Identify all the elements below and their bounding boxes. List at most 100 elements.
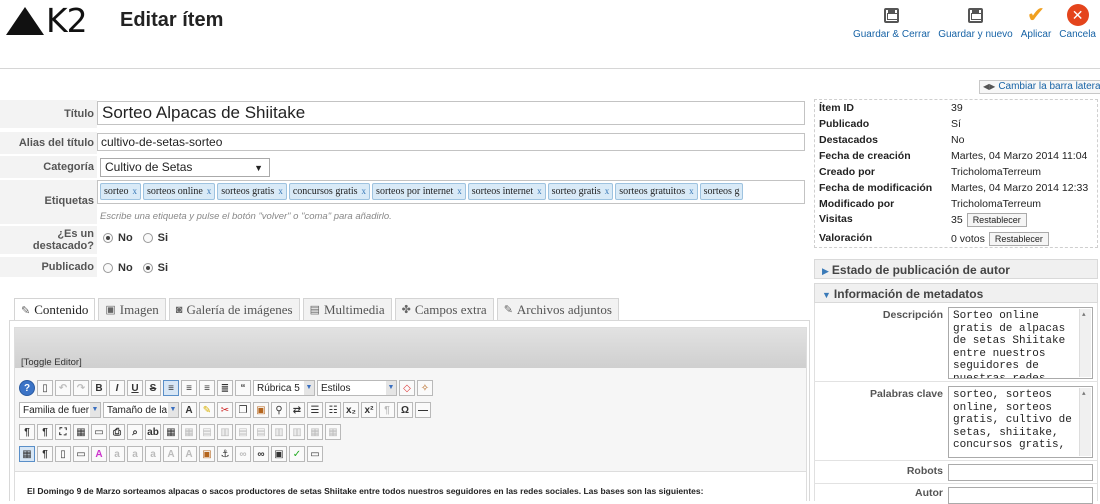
ltr-icon[interactable]: ¶ xyxy=(19,424,35,440)
font-size-select[interactable]: Tamaño de la f ▼ xyxy=(103,402,179,418)
spellcheck-icon[interactable]: ¶ xyxy=(379,402,395,418)
bullet-list-icon[interactable]: ☰ xyxy=(307,402,323,418)
tab-attachments[interactable]: ✎ Archivos adjuntos xyxy=(496,298,619,320)
align-left-icon[interactable]: ≡ xyxy=(163,380,179,396)
unlink-icon[interactable]: ∞ xyxy=(235,446,251,462)
tab-multimedia[interactable]: ▤ Multimedia xyxy=(302,298,392,320)
split-cell-icon[interactable]: ▦ xyxy=(307,424,323,440)
remove-tag-icon[interactable]: x xyxy=(207,186,212,196)
reset-visits-button[interactable]: Restablecer xyxy=(966,213,1027,227)
strikethrough-icon[interactable]: S xyxy=(145,380,161,396)
subscript-icon[interactable]: x₂ xyxy=(343,402,359,418)
font-family-select[interactable]: Familia de fuer ▼ xyxy=(19,402,101,418)
merge-cell-icon[interactable]: ▦ xyxy=(325,424,341,440)
description-textarea[interactable]: Sorteo online gratis de alpacas de setas… xyxy=(948,307,1093,379)
acronym-icon[interactable]: a xyxy=(127,446,143,462)
remove-tag-icon[interactable]: x xyxy=(605,186,610,196)
table-props-icon[interactable]: ▦ xyxy=(181,424,197,440)
align-justify-icon[interactable]: ≣ xyxy=(217,380,233,396)
cancel-button[interactable]: ✕ Cancela xyxy=(1055,4,1100,42)
tab-gallery[interactable]: ◙ Galería de imágenes xyxy=(168,298,300,320)
save-close-button[interactable]: Guardar & Cerrar xyxy=(849,4,934,42)
pagebreak-icon[interactable]: ▭ xyxy=(307,446,323,462)
scrollbar[interactable] xyxy=(1079,388,1091,456)
scrollbar[interactable] xyxy=(1079,309,1091,377)
format-select[interactable]: Rúbrica 5 ▼ xyxy=(253,380,315,396)
published-no-radio[interactable] xyxy=(103,263,113,273)
attribs-icon[interactable]: A xyxy=(181,446,197,462)
delete-row-icon[interactable]: ▤ xyxy=(253,424,269,440)
replace-text-icon[interactable]: ab xyxy=(145,424,161,440)
undo-icon[interactable]: ↶ xyxy=(55,380,71,396)
replace-icon[interactable]: ⇄ xyxy=(289,402,305,418)
save-new-button[interactable]: Guardar y nuevo xyxy=(934,4,1017,42)
search-icon[interactable]: ⚲ xyxy=(271,402,287,418)
remove-tag-icon[interactable]: x xyxy=(457,186,462,196)
delete-col-icon[interactable]: ▥ xyxy=(289,424,305,440)
cell-props-icon[interactable]: ▥ xyxy=(217,424,233,440)
paste-icon[interactable]: ▣ xyxy=(253,402,269,418)
apply-button[interactable]: ✔ Aplicar xyxy=(1017,4,1056,42)
rtl-icon[interactable]: ¶ xyxy=(37,424,53,440)
remove-tag-icon[interactable]: x xyxy=(362,186,367,196)
blockquote-icon[interactable]: “ xyxy=(235,380,251,396)
insert-row-icon[interactable]: ▤ xyxy=(235,424,251,440)
print-icon[interactable]: ⎙ xyxy=(109,424,125,440)
insert-file-icon[interactable]: ▯ xyxy=(55,446,71,462)
abbr-icon[interactable]: a xyxy=(109,446,125,462)
featured-no-radio[interactable] xyxy=(103,233,113,243)
category-select[interactable]: Cultivo de Setas ▼ xyxy=(100,158,270,177)
special-char-icon[interactable]: Ω xyxy=(397,402,413,418)
metadata-panel-header[interactable]: ▼ Información de metadatos xyxy=(814,283,1098,303)
spellcheck-abc-icon[interactable]: ✓ xyxy=(289,446,305,462)
link-icon[interactable]: ∞ xyxy=(253,446,269,462)
new-document-icon[interactable]: ▯ xyxy=(37,380,53,396)
italic-icon[interactable]: I xyxy=(109,380,125,396)
remove-tag-icon[interactable]: x xyxy=(132,186,137,196)
remove-tag-icon[interactable]: x xyxy=(689,186,694,196)
toggle-sidebar-button[interactable]: ◀▶ Cambiar la barra lateral xyxy=(979,80,1100,94)
ins-icon[interactable]: A xyxy=(163,446,179,462)
alias-input[interactable]: cultivo-de-setas-sorteo xyxy=(97,133,805,151)
visual-aid-icon[interactable]: ▦ xyxy=(19,446,35,462)
remove-tag-icon[interactable]: x xyxy=(537,186,542,196)
remove-tag-icon[interactable]: x xyxy=(278,186,283,196)
numbered-list-icon[interactable]: ☷ xyxy=(325,402,341,418)
cleanup-icon[interactable]: ✧ xyxy=(417,380,433,396)
published-yes-radio[interactable] xyxy=(142,263,153,273)
table-icon[interactable]: ▦ xyxy=(163,424,179,440)
tab-content[interactable]: ✎ Contenido xyxy=(14,298,96,321)
toggle-editor-link[interactable]: [Toggle Editor] xyxy=(21,357,82,368)
row-props-icon[interactable]: ▤ xyxy=(199,424,215,440)
image-insert-icon[interactable]: ▣ xyxy=(271,446,287,462)
insert-template-icon[interactable]: ▦ xyxy=(73,424,89,440)
insert-layer-icon[interactable]: ▭ xyxy=(73,446,89,462)
preview-icon[interactable]: ▭ xyxy=(91,424,107,440)
align-center-icon[interactable]: ≡ xyxy=(181,380,197,396)
editor-content-area[interactable]: El Domingo 9 de Marzo sorteamos alpacas … xyxy=(15,471,806,502)
author-publishing-panel-header[interactable]: ▶ Estado de publicación de autor xyxy=(814,259,1098,279)
author-input[interactable] xyxy=(948,487,1093,504)
align-right-icon[interactable]: ≡ xyxy=(199,380,215,396)
anchor-icon[interactable]: ⚓ xyxy=(217,446,233,462)
paragraph-icon[interactable]: ¶ xyxy=(37,446,53,462)
redo-icon[interactable]: ↷ xyxy=(73,380,89,396)
binoculars-icon[interactable]: ⌕ xyxy=(127,424,143,440)
bold-icon[interactable]: B xyxy=(91,380,107,396)
reset-rating-button[interactable]: Restablecer xyxy=(988,232,1049,246)
tags-input[interactable]: sorteo x sorteos online x sorteos gratis x con… xyxy=(97,180,805,204)
tab-extra-fields[interactable]: ✤ Campos extra xyxy=(394,298,494,320)
featured-yes-radio[interactable] xyxy=(142,233,153,243)
eraser-icon[interactable]: ◇ xyxy=(399,380,415,396)
help-icon[interactable]: ? xyxy=(19,380,35,396)
highlight-icon[interactable]: ✎ xyxy=(199,402,215,418)
title-input[interactable]: Sorteo Alpacas de Shiitake xyxy=(97,101,805,125)
robots-input[interactable] xyxy=(948,464,1093,481)
del-icon[interactable]: a xyxy=(145,446,161,462)
keywords-textarea[interactable]: sorteo, sorteos online, sorteos gratis, … xyxy=(948,386,1093,458)
text-color-icon[interactable]: A xyxy=(181,402,197,418)
template-icon[interactable]: ▣ xyxy=(199,446,215,462)
insert-col-icon[interactable]: ▥ xyxy=(271,424,287,440)
fullscreen-icon[interactable]: ⛶ xyxy=(55,424,71,440)
underline-icon[interactable]: U xyxy=(127,380,143,396)
